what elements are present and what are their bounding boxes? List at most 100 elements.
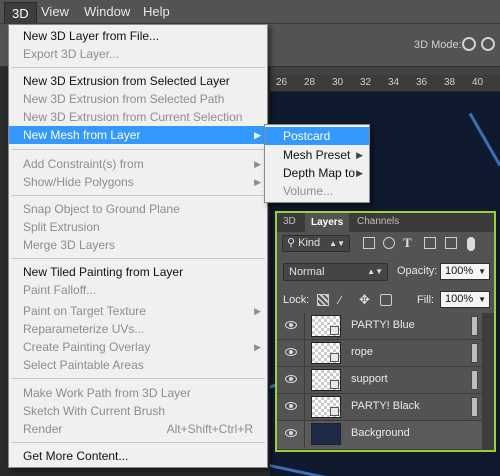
layer-row-party-black[interactable]: PARTY! Black <box>277 394 482 421</box>
layer-name: rope <box>351 346 374 358</box>
tab-channels[interactable]: Channels <box>357 216 399 227</box>
menu-item-reparameterize-uvs: Reparameterize UVs... <box>9 320 267 338</box>
lock-all-icon[interactable] <box>380 294 392 306</box>
menu-item-new-extrusion-selected-layer[interactable]: New 3D Extrusion from Selected Layer <box>9 72 267 90</box>
menu-item-new-mesh-from-layer[interactable]: New Mesh from Layer ▶ <box>9 126 267 144</box>
visibility-eye-icon[interactable] <box>285 429 297 437</box>
submenu-item-label: Mesh Preset <box>283 148 351 162</box>
menu-separator <box>11 258 265 259</box>
ruler-number: 28 <box>304 77 316 88</box>
menu-item-new-3d-layer-from-file[interactable]: New 3D Layer from File... <box>9 27 267 45</box>
filter-kind-value: Kind <box>298 237 321 249</box>
layer-options-icon[interactable] <box>471 316 478 336</box>
submenu-item-volume: Volume... <box>265 182 369 200</box>
filter-kind-select[interactable]: ⚲ Kind ▲▼ <box>282 235 350 252</box>
layer-name: PARTY! Black <box>351 400 420 412</box>
fill-input[interactable]: 100% ▼ <box>440 291 490 308</box>
submenu-arrow-icon: ▶ <box>254 159 261 169</box>
fill-label: Fill: <box>417 294 435 306</box>
opacity-label: Opacity: <box>397 265 438 277</box>
divider <box>304 367 305 394</box>
roll-3d-icon[interactable] <box>481 37 495 51</box>
chevron-down-icon: ▼ <box>478 267 486 276</box>
lock-transparency-icon[interactable] <box>317 294 329 306</box>
submenu-item-mesh-preset[interactable]: Mesh Preset ▶ <box>265 146 369 164</box>
tab-3d[interactable]: 3D <box>283 216 296 227</box>
submenu-arrow-icon: ▶ <box>254 177 261 187</box>
filter-toggle-icon[interactable] <box>467 237 475 251</box>
menu-item-label: Add Constraint(s) from <box>23 157 144 171</box>
smart-object-filter-icon[interactable] <box>445 237 457 249</box>
layer-row-party-blue[interactable]: PARTY! Blue <box>277 313 482 340</box>
menu-separator <box>11 67 265 68</box>
lock-position-icon[interactable]: ✥ <box>359 293 371 306</box>
layer-list-scrollbar[interactable] <box>482 313 494 450</box>
menu-item-new-tiled-painting[interactable]: New Tiled Painting from Layer <box>9 263 267 281</box>
smart-object-icon <box>330 380 339 389</box>
menu-separator <box>11 195 265 196</box>
menu-item-render: Render Alt+Shift+Ctrl+R <box>9 420 267 438</box>
smart-object-icon <box>330 407 339 416</box>
menu-item-make-work-path: Make Work Path from 3D Layer <box>9 384 267 402</box>
menu-item-label: New Mesh from Layer <box>23 128 141 142</box>
divider <box>304 313 305 340</box>
smart-object-icon <box>330 326 339 335</box>
menu-item-new-extrusion-current-selection: New 3D Extrusion from Current Selection <box>9 108 267 126</box>
menu-separator <box>11 149 265 150</box>
shape-filter-icon[interactable] <box>424 237 436 249</box>
menu-item-label: Make Work Path from 3D Layer <box>23 386 191 400</box>
artwork-stripe <box>468 112 500 167</box>
layer-options-icon[interactable] <box>471 397 478 417</box>
menu-bar: 3D View Window Help <box>0 0 500 24</box>
menu-item-label: Show/Hide Polygons <box>23 175 134 189</box>
menu-item-label: Sketch With Current Brush <box>23 404 166 418</box>
submenu-item-postcard[interactable]: Postcard <box>265 127 369 145</box>
lock-label: Lock: <box>283 294 310 306</box>
submenu-arrow-icon: ▶ <box>356 150 363 160</box>
layer-name: support <box>351 373 388 385</box>
pixel-filter-icon[interactable] <box>363 237 375 249</box>
lock-pixels-brush-icon[interactable]: ∕ <box>339 294 351 306</box>
layer-row-background[interactable]: Background <box>277 421 482 450</box>
menu-item-add-constraints-from: Add Constraint(s) from ▶ <box>9 155 267 173</box>
layer-options-icon[interactable] <box>471 343 478 363</box>
menu-item-label: Reparameterize UVs... <box>23 322 145 336</box>
tab-layers[interactable]: Layers <box>305 213 350 232</box>
menu-item-get-more-content[interactable]: Get More Content... <box>9 447 267 465</box>
divider <box>304 394 305 421</box>
orbit-3d-icon[interactable] <box>462 37 476 51</box>
menu-3d[interactable]: 3D <box>4 2 37 23</box>
menu-item-split-extrusion: Split Extrusion <box>9 218 267 236</box>
layer-options-icon[interactable] <box>471 370 478 390</box>
menu-item-label: Get More Content... <box>23 449 129 463</box>
menu-item-label: New 3D Extrusion from Selected Layer <box>23 74 230 88</box>
submenu-item-label: Depth Map to <box>283 166 356 180</box>
layer-row-support[interactable]: support <box>277 367 482 394</box>
type-filter-icon[interactable]: T <box>403 236 415 249</box>
visibility-eye-icon[interactable] <box>285 321 297 329</box>
fill-value: 100% <box>445 293 474 305</box>
visibility-eye-icon[interactable] <box>285 375 297 383</box>
chevron-updown-icon: ▲▼ <box>329 239 345 248</box>
layer-thumbnail <box>311 369 341 391</box>
menu-item-label: Split Extrusion <box>23 220 100 234</box>
adjustment-filter-icon[interactable] <box>383 237 395 249</box>
ruler-number: 40 <box>472 77 484 88</box>
visibility-eye-icon[interactable] <box>285 402 297 410</box>
menu-help[interactable]: Help <box>143 4 170 19</box>
menu-window[interactable]: Window <box>84 4 130 19</box>
ruler-number: 26 <box>276 77 288 88</box>
layer-thumbnail <box>311 423 341 445</box>
artwork-stripe <box>270 462 378 476</box>
blend-mode-select[interactable]: Normal ▲▼ <box>283 263 388 281</box>
menu-view[interactable]: View <box>41 4 69 19</box>
menu-item-label: Paint Falloff... <box>23 283 97 297</box>
ruler-number: 34 <box>388 77 400 88</box>
submenu-item-label: Postcard <box>283 129 331 143</box>
menu-item-merge-3d-layers: Merge 3D Layers <box>9 236 267 254</box>
submenu-item-depth-map-to[interactable]: Depth Map to ▶ <box>265 164 369 182</box>
layer-row-rope[interactable]: rope <box>277 340 482 367</box>
visibility-eye-icon[interactable] <box>285 348 297 356</box>
opacity-input[interactable]: 100% ▼ <box>440 263 490 280</box>
menu-separator <box>11 378 265 379</box>
